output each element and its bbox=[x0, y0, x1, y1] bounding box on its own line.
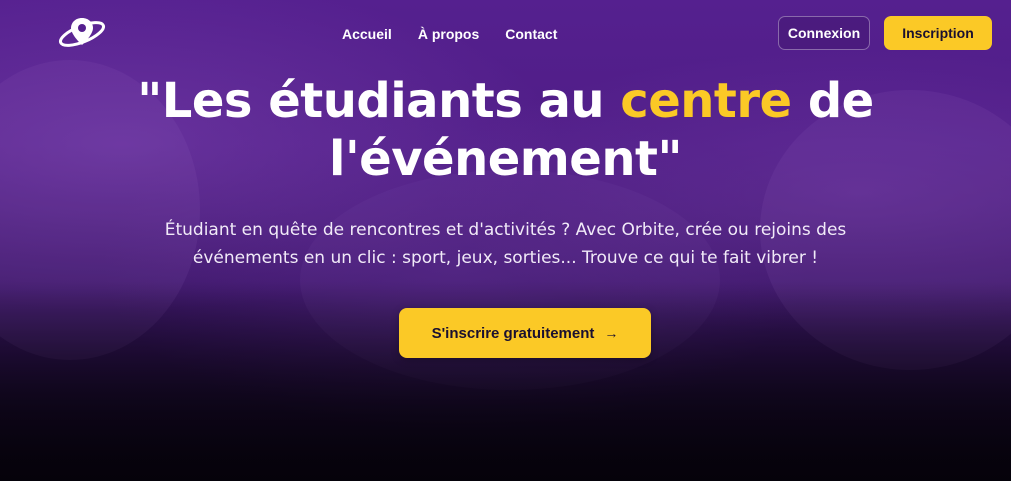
headline-accent: centre bbox=[620, 73, 792, 129]
nav-link-a-propos[interactable]: À propos bbox=[418, 25, 479, 43]
nav-link-contact[interactable]: Contact bbox=[505, 25, 557, 43]
arrow-right-icon: → bbox=[604, 325, 619, 341]
nav-links: Accueil À propos Contact bbox=[342, 25, 557, 43]
top-navbar: Accueil À propos Contact Connexion Inscr… bbox=[0, 0, 1011, 68]
signup-button[interactable]: Inscription bbox=[884, 16, 992, 50]
cta-label: S'inscrire gratuitement bbox=[431, 324, 595, 342]
login-button[interactable]: Connexion bbox=[778, 16, 870, 50]
headline-text-start: "Les étudiants au bbox=[137, 73, 621, 129]
nav-link-accueil[interactable]: Accueil bbox=[342, 25, 392, 43]
hero-subtitle: Étudiant en quête de rencontres et d'act… bbox=[164, 220, 847, 268]
planet-pin-icon[interactable] bbox=[56, 14, 108, 50]
signup-free-button[interactable]: S'inscrire gratuitement → bbox=[399, 308, 651, 358]
hero-headline: "Les étudiants au centre de l'événement" bbox=[100, 72, 911, 188]
hero-section: Accueil À propos Contact Connexion Inscr… bbox=[0, 0, 1011, 481]
